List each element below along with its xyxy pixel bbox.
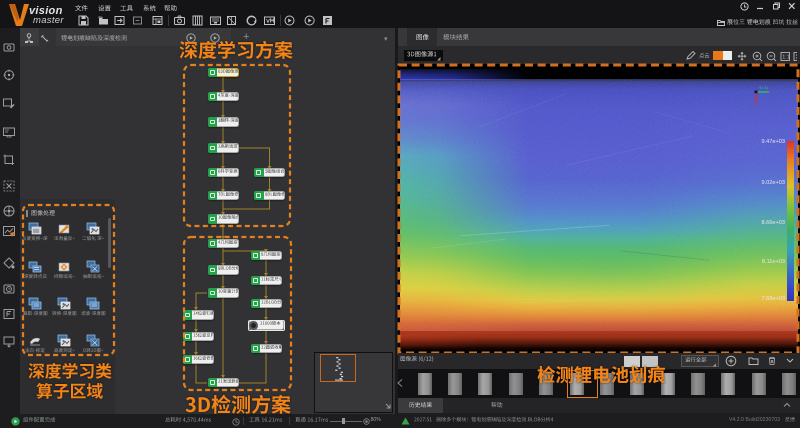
svg-text:1:1: 1:1	[782, 54, 790, 60]
